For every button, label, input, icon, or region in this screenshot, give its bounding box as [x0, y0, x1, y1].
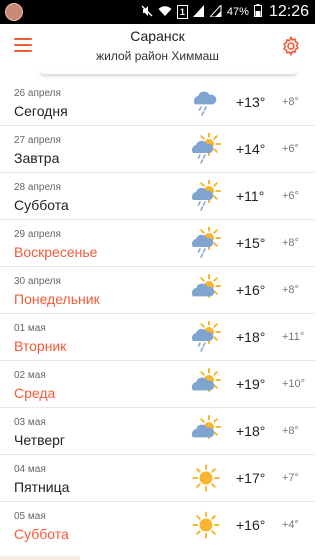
partly-cloudy-icon	[190, 368, 222, 400]
forecast-row-8[interactable]: 03 мая Четверг +18° +8°	[0, 408, 315, 455]
battery-icon	[253, 4, 262, 20]
forecast-row-10[interactable]: 05 мая Суббота +16° +4°	[0, 502, 315, 549]
forecast-day: Суббота	[14, 526, 69, 542]
forecast-date: 02 мая	[14, 370, 46, 381]
forecast-date: 01 мая	[14, 323, 46, 334]
forecast-temp-min: +11°	[282, 331, 305, 343]
forecast-row-7[interactable]: 02 мая Среда +19° +10°	[0, 361, 315, 408]
forecast-row-1[interactable]: 26 апреля Сегодня +13° +8°	[0, 79, 315, 126]
forecast-day: Воскресенье	[14, 244, 98, 260]
battery-percent: 47%	[226, 6, 249, 18]
wifi-icon	[158, 5, 172, 20]
partly-cloudy-rain-icon	[190, 226, 222, 259]
forecast-date: 04 мая	[14, 464, 46, 475]
forecast-temp-max: +15°	[236, 235, 266, 251]
partly-cloudy-rain-icon	[190, 179, 222, 212]
forecast-day: Среда	[14, 385, 56, 401]
forecast-temp-min: +7°	[282, 472, 299, 484]
forecast-date: 27 апреля	[14, 135, 61, 146]
forecast-row-2[interactable]: 27 апреля Завтра +14° +6°	[0, 126, 315, 173]
forecast-day: Четверг	[14, 432, 66, 448]
forecast-day: Суббота	[14, 197, 69, 213]
mute-icon	[141, 5, 153, 20]
forecast-row-4[interactable]: 29 апреля Воскресенье +15° +8°	[0, 220, 315, 267]
forecast-temp-max: +18°	[236, 329, 266, 345]
bottom-strip	[0, 556, 80, 560]
forecast-temp-min: +10°	[282, 378, 306, 390]
signal-icon-2	[208, 3, 222, 20]
forecast-row-3[interactable]: 28 апреля Суббота +11° +6°	[0, 173, 315, 220]
forecast-temp-max: +17°	[236, 470, 266, 486]
forecast-day: Сегодня	[14, 103, 68, 119]
app-header: Саранск жилой район Химмаш	[0, 24, 315, 70]
status-icons: 1 47% 12:26	[141, 3, 309, 21]
partly-cloudy-rain-icon	[190, 320, 222, 353]
forecast-day: Завтра	[14, 150, 60, 166]
forecast-temp-min: +6°	[282, 143, 299, 155]
forecast-row-5[interactable]: 30 апреля Понедельник +16° +8°	[0, 267, 315, 314]
partly-cloudy-icon	[190, 415, 222, 447]
city-title[interactable]: Саранск	[0, 28, 315, 44]
forecast-temp-min: +8°	[282, 96, 299, 108]
forecast-temp-min: +8°	[282, 425, 299, 437]
forecast-date: 30 апреля	[14, 276, 61, 287]
forecast-temp-min: +8°	[282, 284, 299, 296]
forecast-date: 26 апреля	[14, 88, 61, 99]
notification-avatar-icon	[5, 3, 23, 21]
forecast-temp-min: +4°	[282, 519, 299, 531]
forecast-date: 29 апреля	[14, 229, 61, 240]
clock: 12:26	[268, 3, 309, 20]
forecast-date: 05 мая	[14, 511, 46, 522]
forecast-row-6[interactable]: 01 мая Вторник +18° +11°	[0, 314, 315, 361]
forecast-day: Вторник	[14, 338, 67, 354]
forecast-temp-max: +11°	[236, 188, 265, 204]
sim-indicator: 1	[176, 5, 188, 19]
signal-icon	[192, 4, 205, 20]
district-subtitle[interactable]: жилой район Химмаш	[0, 49, 315, 63]
forecast-row-9[interactable]: 04 мая Пятница +17° +7°	[0, 455, 315, 502]
cloud-rain-icon	[190, 86, 222, 118]
forecast-date: 28 апреля	[14, 182, 61, 193]
sun-icon	[190, 509, 222, 541]
forecast-temp-min: +6°	[282, 190, 299, 202]
forecast-temp-max: +16°	[236, 517, 266, 533]
status-bar: 1 47% 12:26	[0, 0, 315, 24]
forecast-temp-max: +19°	[236, 376, 266, 392]
forecast-temp-max: +18°	[236, 423, 266, 439]
sun-icon	[190, 462, 222, 494]
forecast-temp-max: +16°	[236, 282, 266, 298]
partly-cloudy-icon	[190, 274, 222, 306]
partly-cloudy-rain-icon	[190, 132, 222, 165]
forecast-day: Понедельник	[14, 291, 100, 307]
forecast-day: Пятница	[14, 479, 70, 495]
forecast-temp-max: +13°	[236, 94, 266, 110]
forecast-list: 26 апреля Сегодня +13° +8° 27 апреля Зав…	[0, 79, 315, 549]
forecast-date: 03 мая	[14, 417, 46, 428]
gear-icon[interactable]	[281, 35, 301, 57]
forecast-temp-max: +14°	[236, 141, 266, 157]
header-divider	[40, 70, 297, 74]
forecast-temp-min: +8°	[282, 237, 299, 249]
